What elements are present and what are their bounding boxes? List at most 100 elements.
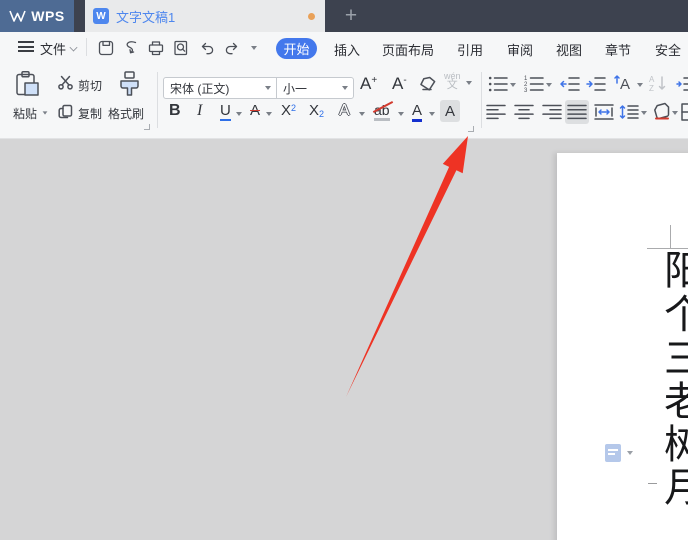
pinyin-guide-button[interactable]: wén 文 xyxy=(444,72,461,91)
paste-button[interactable]: 粘贴 xyxy=(13,105,37,122)
page-text-char: 树 xyxy=(664,422,688,467)
paste-options-icon[interactable] xyxy=(605,444,621,462)
copy-button[interactable]: 复制 xyxy=(78,105,102,122)
paste-dropdown-icon[interactable] xyxy=(42,111,48,115)
document-tab-title: 文字文稿1 xyxy=(116,9,176,25)
margin-corner-mark xyxy=(670,225,671,248)
document-canvas[interactable]: 阳 个 三 老 树 月 xyxy=(0,139,688,540)
strikethrough-button[interactable]: A xyxy=(250,102,260,119)
grow-font-button[interactable]: A + xyxy=(360,74,377,94)
tab-view[interactable]: 视图 xyxy=(556,40,582,59)
layout-option-icon[interactable] xyxy=(676,75,688,93)
superscript-button[interactable]: X2 xyxy=(281,102,296,119)
italic-button[interactable]: I xyxy=(197,102,202,120)
clipboard-dialog-launcher[interactable] xyxy=(144,124,150,130)
menu-divider xyxy=(86,38,87,56)
distribute-icon[interactable] xyxy=(594,103,614,121)
tab-page-layout[interactable]: 页面布局 xyxy=(382,40,434,59)
shading-icon[interactable] xyxy=(652,102,672,120)
align-left-icon[interactable] xyxy=(486,103,506,121)
clear-format-icon[interactable] xyxy=(418,75,438,93)
underline-dropdown-icon[interactable] xyxy=(236,112,242,116)
svg-text:3: 3 xyxy=(524,88,528,93)
wps-logo-icon xyxy=(9,10,27,22)
tab-references[interactable]: 引用 xyxy=(457,40,483,59)
title-bar: WPS W 文字文稿1 + xyxy=(0,0,688,32)
text-effects-dropdown-icon[interactable] xyxy=(359,112,365,116)
document-tab[interactable]: W 文字文稿1 xyxy=(85,0,325,32)
pinyin-dropdown-icon[interactable] xyxy=(466,81,472,85)
format-painter-icon[interactable] xyxy=(116,70,144,105)
document-page[interactable]: 阳 个 三 老 树 月 xyxy=(557,153,688,540)
ribbon-toolbar: 粘贴 剪切 复制 格式刷 宋体 (正文) 小一 A + A - wén 文 B … xyxy=(0,62,688,139)
menu-toggle-icon[interactable] xyxy=(18,41,34,52)
bold-button[interactable]: B xyxy=(169,102,181,120)
line-spacing-icon[interactable] xyxy=(619,103,639,121)
paste-icon[interactable] xyxy=(14,70,42,103)
tab-insert[interactable]: 插入 xyxy=(334,40,360,59)
tab-security[interactable]: 安全 xyxy=(655,40,681,59)
shading-dropdown-icon[interactable] xyxy=(672,111,678,115)
font-controls: 宋体 (正文) 小一 xyxy=(163,77,354,99)
subscript-button[interactable]: X2 xyxy=(309,102,324,119)
numbered-list-dropdown-icon[interactable] xyxy=(546,83,552,87)
bullet-list-dropdown-icon[interactable] xyxy=(510,83,516,87)
wps-window: WPS W 文字文稿1 + 文件 开始 插入 页面布局 引用 审阅 视图 章节 … xyxy=(0,0,688,540)
char-shading-button[interactable]: A xyxy=(440,100,460,122)
text-tool-dropdown-icon[interactable] xyxy=(637,83,643,87)
undo-icon[interactable] xyxy=(198,39,216,57)
border-icon[interactable] xyxy=(681,103,688,121)
font-color-dropdown-icon[interactable] xyxy=(429,112,435,116)
svg-text:A: A xyxy=(620,76,630,93)
page-text-char: 老 xyxy=(664,379,688,424)
print-icon[interactable] xyxy=(147,39,165,57)
paste-options-dropdown-icon[interactable] xyxy=(627,451,633,455)
text-tool-icon[interactable]: A xyxy=(614,73,634,93)
tab-review[interactable]: 审阅 xyxy=(507,40,533,59)
align-right-icon[interactable] xyxy=(542,103,562,121)
format-painter-button[interactable]: 格式刷 xyxy=(108,105,144,122)
redo-icon[interactable] xyxy=(223,39,241,57)
quick-access-more-icon[interactable] xyxy=(251,46,257,50)
justify-icon[interactable] xyxy=(565,100,589,124)
tab-section[interactable]: 章节 xyxy=(605,40,631,59)
increase-indent-icon[interactable] xyxy=(586,75,606,93)
page-text-char: 个 xyxy=(664,292,688,337)
wps-home-button[interactable]: WPS xyxy=(0,0,74,32)
font-size-value: 小一 xyxy=(283,81,308,96)
indent-marker xyxy=(648,483,657,484)
strikethrough-dropdown-icon[interactable] xyxy=(266,112,272,116)
file-menu[interactable]: 文件 xyxy=(40,39,66,58)
cut-button[interactable]: 剪切 xyxy=(78,77,102,94)
align-center-icon[interactable] xyxy=(514,103,534,121)
brand-label: WPS xyxy=(31,8,65,24)
text-effects-button[interactable]: A xyxy=(339,102,350,120)
save-icon[interactable] xyxy=(97,39,115,57)
new-tab-button[interactable]: + xyxy=(340,2,362,30)
print-preview-icon[interactable] xyxy=(172,39,190,57)
underline-button[interactable]: U xyxy=(220,102,231,121)
page-text-char: 阳 xyxy=(664,248,688,293)
bullet-list-icon[interactable] xyxy=(488,75,508,93)
sort-icon[interactable]: AZ xyxy=(648,74,668,93)
svg-text:A: A xyxy=(649,75,655,84)
line-spacing-dropdown-icon[interactable] xyxy=(641,111,647,115)
highlight-dropdown-icon[interactable] xyxy=(398,112,404,116)
font-dialog-launcher[interactable] xyxy=(468,126,474,132)
group-divider xyxy=(481,72,482,128)
copy-icon[interactable] xyxy=(57,103,77,121)
shrink-font-button[interactable]: A- xyxy=(392,74,407,94)
cut-icon[interactable] xyxy=(57,74,77,92)
tab-home[interactable]: 开始 xyxy=(276,38,317,59)
page-text-char: 三 xyxy=(664,336,688,381)
export-pdf-icon[interactable] xyxy=(122,39,140,57)
unsaved-indicator-dot xyxy=(308,13,315,20)
decrease-indent-icon[interactable] xyxy=(560,75,580,93)
group-divider xyxy=(157,72,158,128)
document-icon: W xyxy=(93,8,109,24)
numbered-list-icon[interactable]: 123 xyxy=(524,75,544,94)
page-text-char: 月 xyxy=(664,465,688,510)
font-size-select[interactable]: 小一 xyxy=(277,78,353,98)
font-family-select[interactable]: 宋体 (正文) xyxy=(164,78,277,98)
font-color-button[interactable]: A xyxy=(412,102,423,122)
